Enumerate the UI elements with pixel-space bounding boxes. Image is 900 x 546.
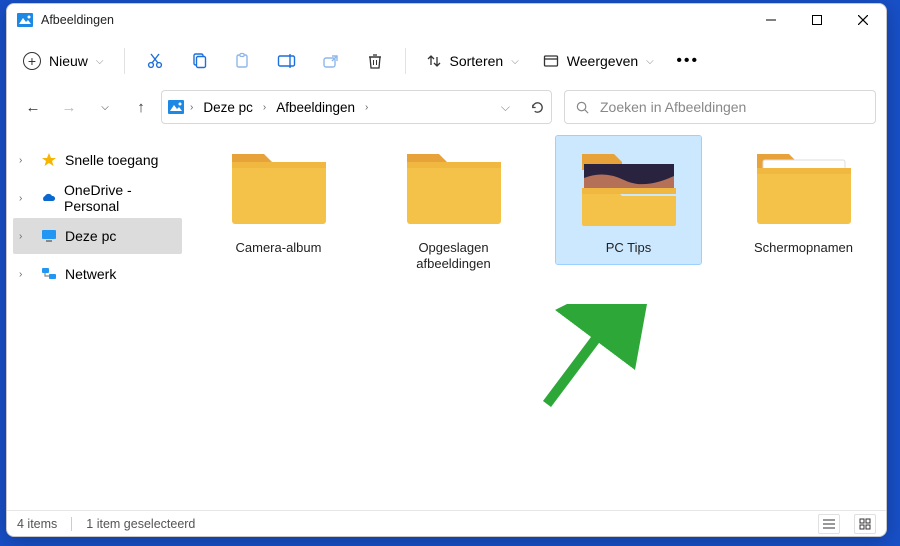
status-bar: 4 items 1 item geselecteerd	[7, 510, 886, 536]
search-placeholder: Zoeken in Afbeeldingen	[600, 99, 746, 115]
paste-button	[223, 42, 263, 80]
folder-label: Camera-album	[236, 240, 322, 256]
sidebar-item-label: Netwerk	[65, 266, 116, 282]
view-button[interactable]: Weergeven ⌵	[533, 47, 664, 75]
folder-label: Opgeslagen afbeeldingen	[385, 240, 522, 273]
cut-button[interactable]	[135, 42, 175, 80]
address-bar[interactable]: › Deze pc › Afbeeldingen › ⌵	[161, 90, 552, 124]
new-label: Nieuw	[49, 53, 88, 69]
nav-row: ← → ⌵ ↑ › Deze pc › Afbeeldingen › ⌵ Zoe…	[7, 86, 886, 132]
minimize-button[interactable]	[748, 4, 794, 36]
search-icon	[575, 100, 590, 115]
separator	[124, 48, 125, 74]
sidebar-item-label: OneDrive - Personal	[64, 182, 182, 214]
selection-count: 1 item geselecteerd	[86, 517, 195, 531]
sidebar-item-label: Snelle toegang	[65, 152, 158, 168]
details-view-button[interactable]	[818, 514, 840, 534]
item-count: 4 items	[17, 517, 57, 531]
chevron-down-icon: ⌵	[511, 56, 519, 67]
sort-icon	[426, 53, 442, 69]
sidebar-item-label: Deze pc	[65, 228, 116, 244]
view-label: Weergeven	[567, 53, 638, 69]
sort-button[interactable]: Sorteren ⌵	[416, 47, 529, 75]
new-button[interactable]: + Nieuw ⌵	[13, 46, 114, 76]
separator	[71, 517, 72, 531]
folder-icon	[749, 140, 859, 232]
icons-view-button[interactable]	[854, 514, 876, 534]
folder-preview-icon	[574, 140, 684, 232]
network-icon	[41, 266, 57, 282]
sort-label: Sorteren	[450, 53, 504, 69]
window-title: Afbeeldingen	[41, 13, 114, 27]
cloud-icon	[40, 190, 56, 206]
folder-item[interactable]: Camera-album	[206, 136, 351, 264]
breadcrumb-segment[interactable]: Afbeeldingen	[272, 96, 359, 119]
close-button[interactable]	[840, 4, 886, 36]
pictures-icon	[168, 99, 184, 115]
toolbar: + Nieuw ⌵ Sorteren ⌵ Weergeven ⌵ •••	[7, 36, 886, 86]
up-button[interactable]: ↑	[125, 91, 157, 123]
rename-button[interactable]	[267, 42, 307, 80]
maximize-button[interactable]	[794, 4, 840, 36]
back-button[interactable]: ←	[17, 91, 49, 123]
chevron-down-icon: ⌵	[646, 56, 654, 67]
folder-item[interactable]: PC Tips	[556, 136, 701, 264]
copy-button[interactable]	[179, 42, 219, 80]
titlebar: Afbeeldingen	[7, 4, 886, 36]
chevron-right-icon: ›	[365, 102, 368, 113]
breadcrumb-segment[interactable]: Deze pc	[199, 96, 257, 119]
chevron-right-icon: ›	[19, 231, 33, 242]
folder-label: PC Tips	[606, 240, 652, 256]
folder-icon	[399, 140, 509, 232]
pictures-app-icon	[17, 12, 33, 28]
forward-button: →	[53, 91, 85, 123]
folder-content: Camera-album Opgeslagen afbeeldingen	[186, 132, 886, 510]
chevron-right-icon: ›	[263, 102, 266, 113]
sidebar-item-onedrive[interactable]: › OneDrive - Personal	[13, 180, 182, 216]
chevron-down-icon[interactable]: ⌵	[501, 100, 510, 115]
delete-button[interactable]	[355, 42, 395, 80]
chevron-right-icon: ›	[19, 193, 32, 204]
recent-locations-button[interactable]: ⌵	[89, 91, 121, 123]
refresh-button[interactable]	[530, 100, 545, 115]
search-box[interactable]: Zoeken in Afbeeldingen	[564, 90, 876, 124]
more-button[interactable]: •••	[668, 42, 708, 80]
folder-label: Schermopnamen	[754, 240, 853, 256]
folder-icon	[224, 140, 334, 232]
sidebar-item-this-pc[interactable]: › Deze pc	[13, 218, 182, 254]
plus-icon: +	[23, 52, 41, 70]
chevron-right-icon: ›	[19, 269, 33, 280]
sidebar-item-network[interactable]: › Netwerk	[13, 256, 182, 292]
separator	[405, 48, 406, 74]
sidebar-item-quick-access[interactable]: › Snelle toegang	[13, 142, 182, 178]
view-icon	[543, 53, 559, 69]
chevron-right-icon: ›	[19, 155, 33, 166]
share-button	[311, 42, 351, 80]
navigation-pane: › Snelle toegang › OneDrive - Personal ›…	[7, 132, 186, 510]
star-icon	[41, 152, 57, 168]
folder-item[interactable]: Opgeslagen afbeeldingen	[381, 136, 526, 281]
chevron-down-icon: ⌵	[96, 56, 104, 67]
chevron-right-icon: ›	[190, 102, 193, 113]
monitor-icon	[41, 228, 57, 244]
folder-item[interactable]: Schermopnamen	[731, 136, 876, 264]
